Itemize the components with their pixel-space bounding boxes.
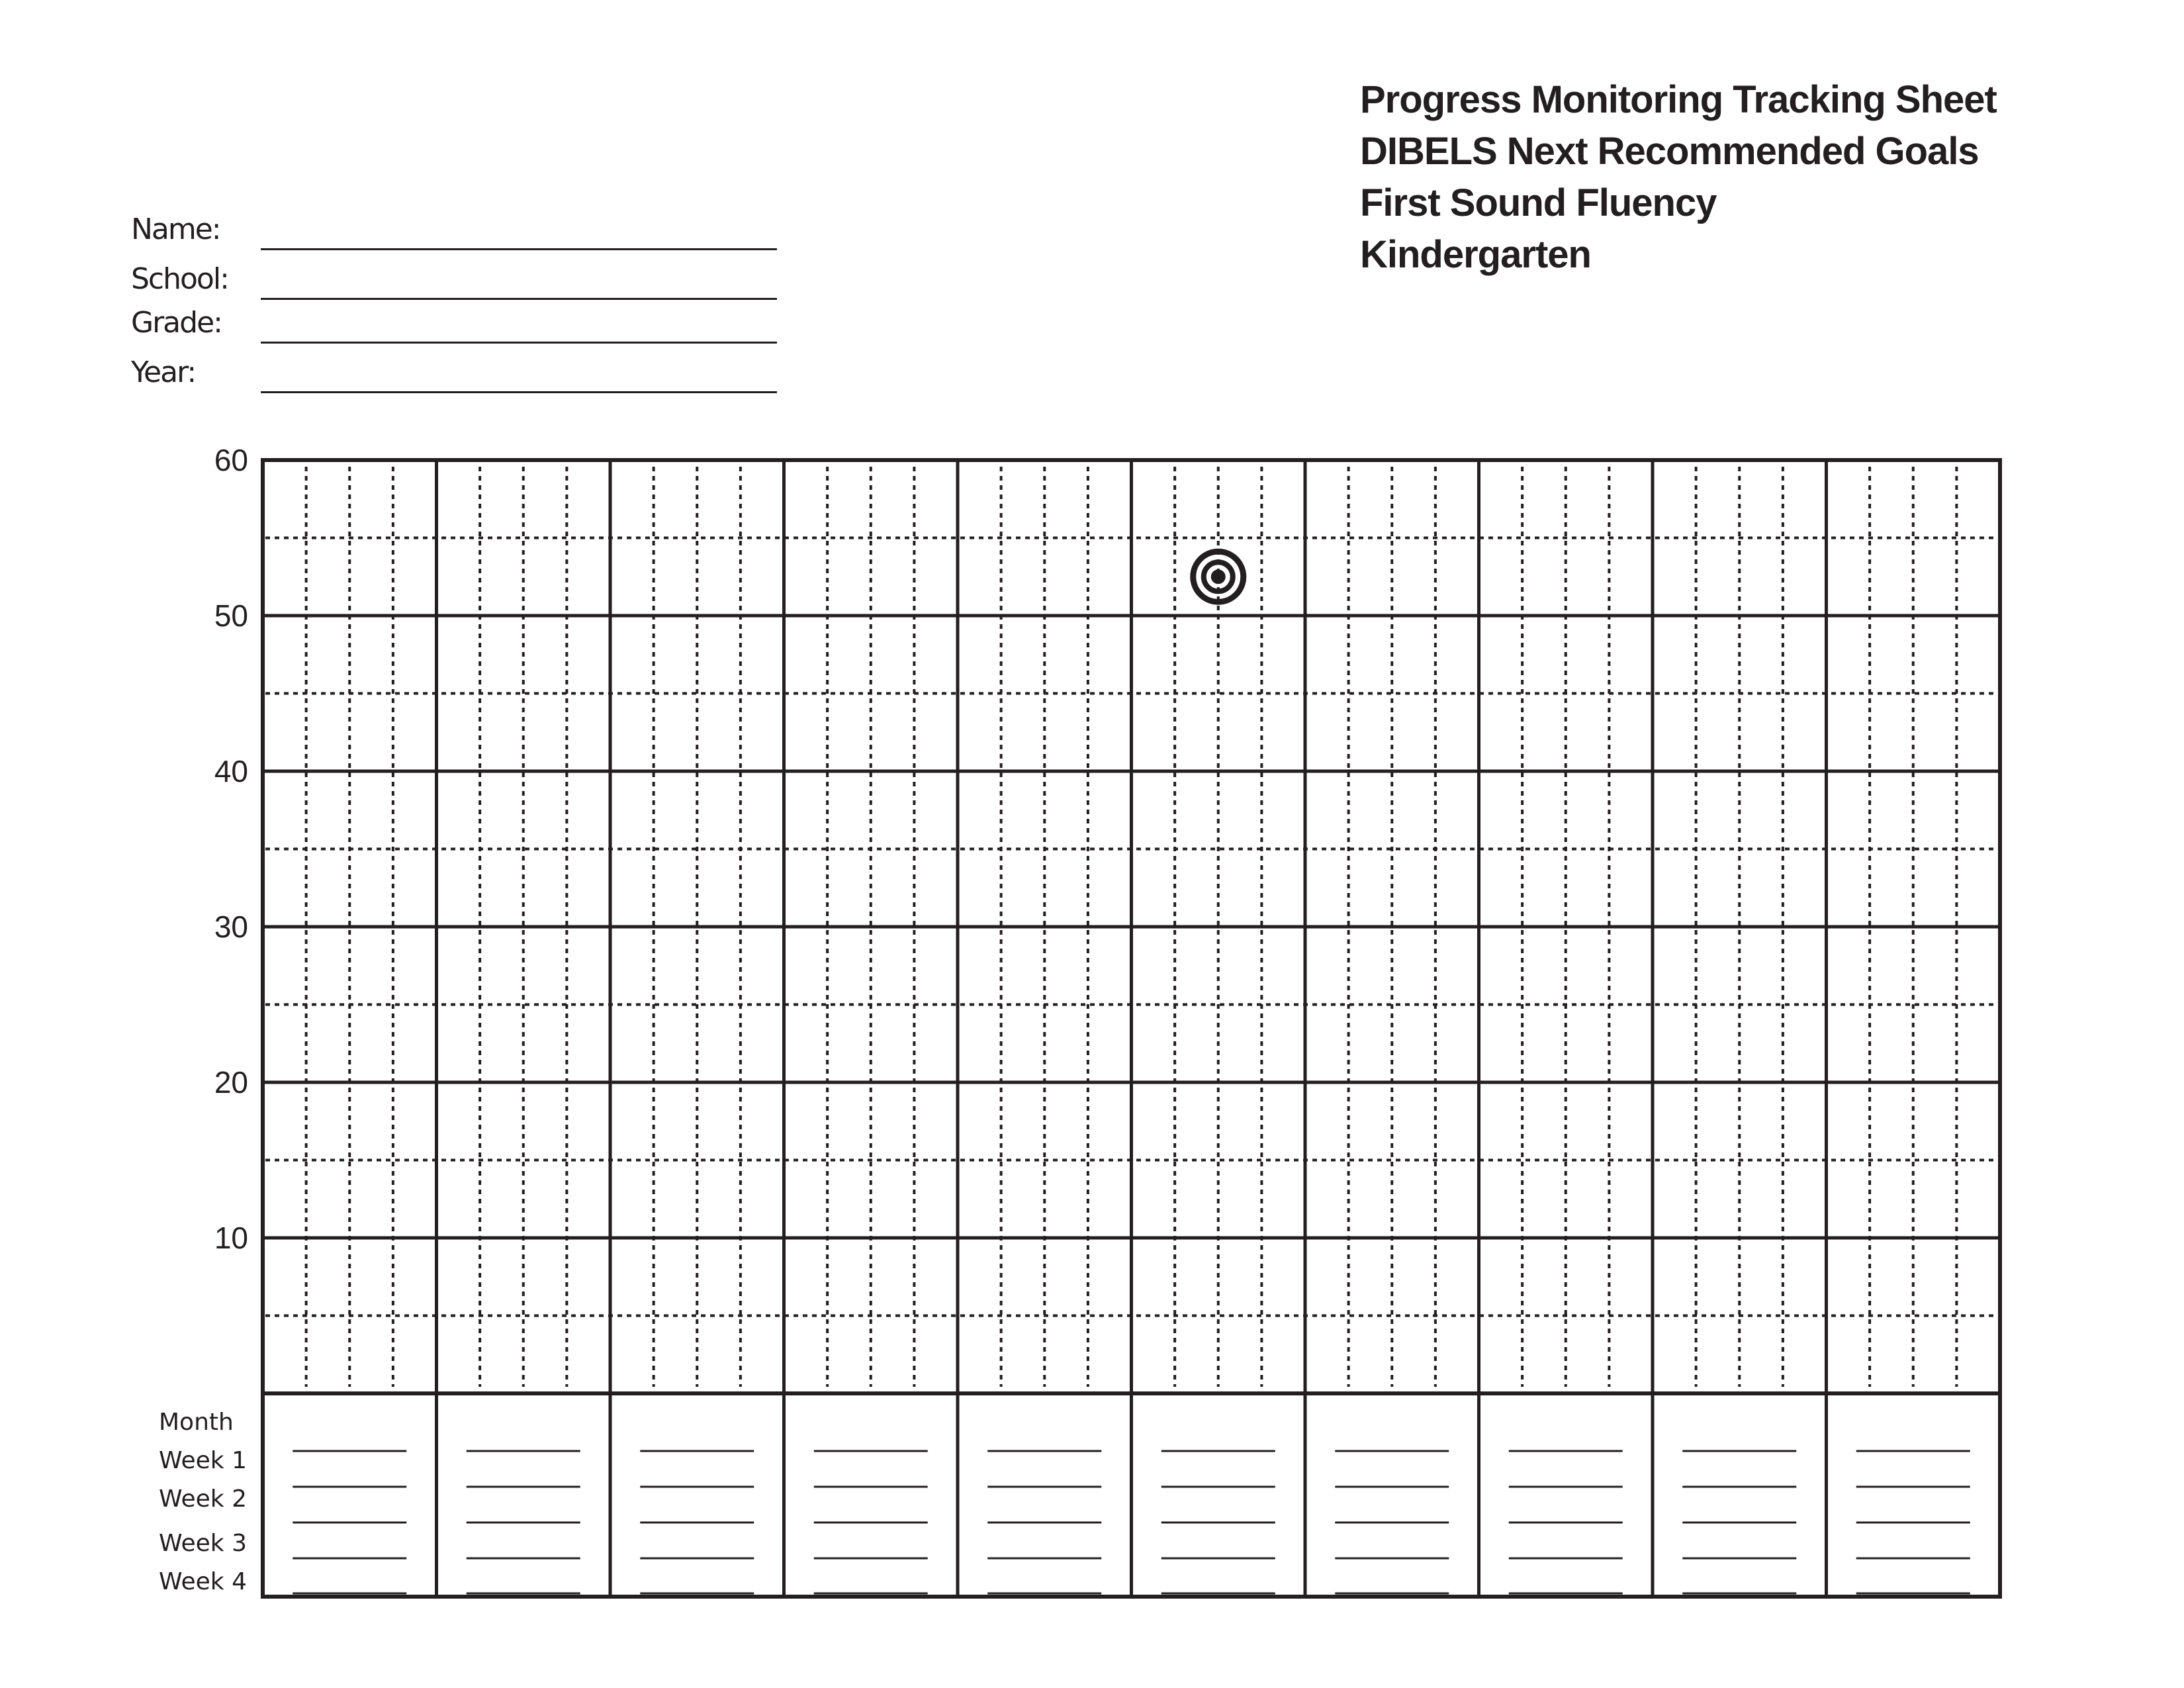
- y-tick-label: 50: [214, 598, 248, 633]
- target-icon-center: [1210, 569, 1226, 585]
- y-tick-label: 30: [214, 910, 248, 944]
- y-tick-label: 10: [214, 1221, 248, 1255]
- y-tick-label: 40: [214, 754, 248, 788]
- row-label-month: Month: [159, 1409, 234, 1436]
- row-label-week-2: Week 2: [159, 1485, 247, 1513]
- y-tick-label: 60: [214, 443, 248, 477]
- row-label-week-4: Week 4: [159, 1568, 247, 1595]
- row-label-week-3: Week 3: [159, 1530, 247, 1557]
- y-tick-label: 20: [214, 1065, 248, 1100]
- progress-chart: 60 50 40 30 20 10 Month Week 1 Week 2 Week 3 Week …: [159, 443, 2002, 1599]
- row-label-week-1: Week 1: [159, 1447, 247, 1474]
